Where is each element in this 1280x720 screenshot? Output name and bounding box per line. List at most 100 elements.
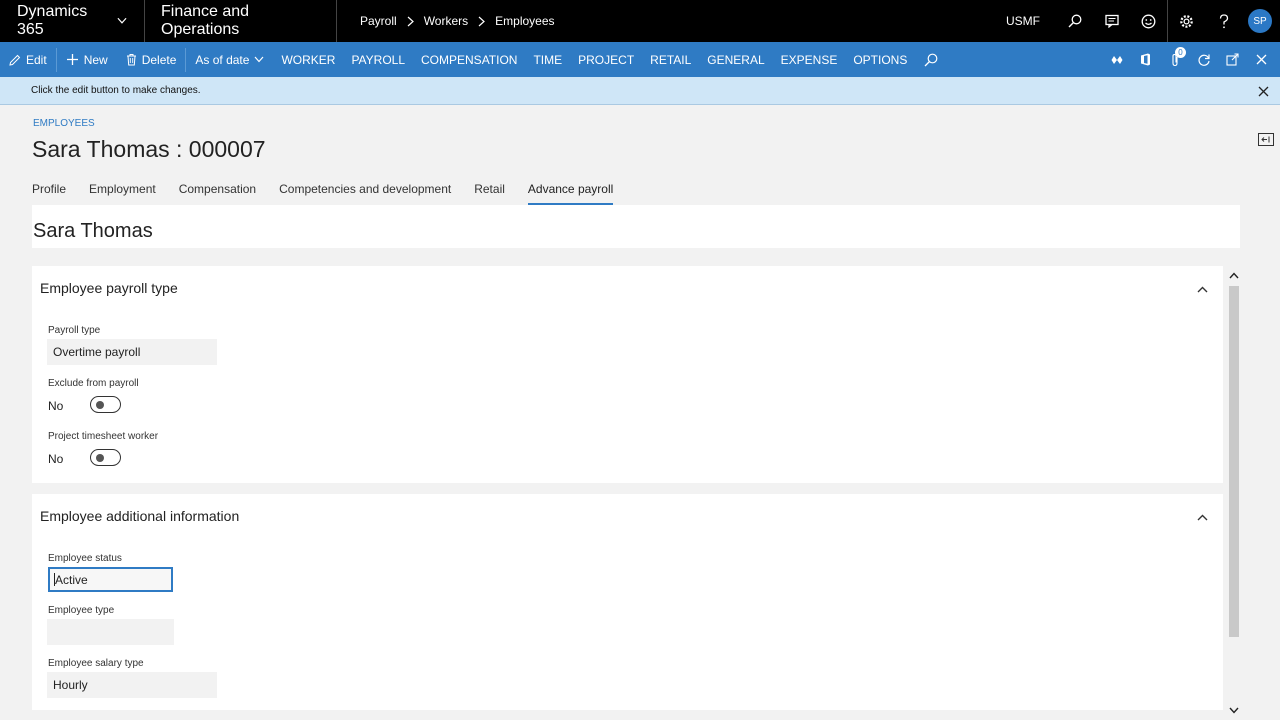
office-button[interactable] [1131,42,1160,77]
page-title: Sara Thomas : 000007 [32,136,266,162]
exclude-from-payroll-value: No [48,399,64,413]
scrollbar-thumb[interactable] [1229,286,1239,637]
toggle-knob [96,454,104,462]
employee-status-value: Active [55,572,88,587]
menu-payroll[interactable]: PAYROLL [343,42,413,77]
fasttab-employee-payroll-type: Employee payroll type Payroll type Overt… [32,266,1223,483]
search-icon [1068,14,1081,28]
page-caption[interactable]: EMPLOYEES [33,118,95,129]
menu-expense[interactable]: EXPENSE [773,42,846,77]
action-pane: Edit New Delete As of date WORKER PAYROL… [0,42,1280,77]
power-apps-button[interactable] [1102,42,1131,77]
as-of-date-button[interactable]: As of date [186,42,273,77]
project-timesheet-worker-label: Project timesheet worker [48,431,159,442]
payroll-type-field[interactable]: Overtime payroll [47,339,217,365]
close-icon [1258,86,1268,96]
menu-time[interactable]: TIME [525,42,570,77]
refresh-button[interactable] [1189,42,1218,77]
notifications-button[interactable]: 0 [1160,42,1189,77]
close-icon [1256,54,1267,65]
avatar[interactable]: SP [1248,9,1272,33]
tab-advance-payroll[interactable]: Advance payroll [527,182,614,205]
app-name: Finance and Operations [145,0,337,42]
chevron-down-icon [117,17,127,24]
app-launcher[interactable]: Dynamics 365 [0,0,145,42]
plus-icon [66,54,78,65]
brand-label: Dynamics 365 [17,3,88,38]
breadcrumb-item-payroll[interactable]: Payroll [360,14,397,28]
edit-button[interactable]: Edit [0,42,56,77]
tab-profile[interactable]: Profile [32,182,66,205]
tab-compensation[interactable]: Compensation [179,182,256,205]
tab-strip: Profile Employment Compensation Competen… [32,182,636,205]
menu-worker[interactable]: WORKER [273,42,343,77]
project-timesheet-worker-toggle[interactable] [90,449,121,466]
fasttab-header[interactable]: Employee additional information [40,508,239,524]
top-navigation-bar: Dynamics 365 Finance and Operations Payr… [0,0,1280,42]
breadcrumb-item-employees[interactable]: Employees [495,14,554,28]
vertical-scrollbar[interactable] [1228,266,1240,720]
message-bar: Click the edit button to make changes. [0,77,1280,105]
fasttab-employee-additional-information: Employee additional information Employee… [32,494,1223,710]
open-new-window-button[interactable] [1218,42,1247,77]
tab-employment[interactable]: Employment [89,182,156,205]
tab-retail[interactable]: Retail [474,182,505,205]
employee-type-field[interactable] [47,619,174,645]
notification-badge: 0 [1175,47,1186,58]
chevron-up-icon [1197,286,1207,292]
delete-label: Delete [141,52,177,67]
exclude-from-payroll-toggle[interactable] [90,396,121,413]
payroll-type-label: Payroll type [48,325,101,336]
tab-competencies-and-development[interactable]: Competencies and development [279,182,451,205]
toggle-knob [96,401,104,409]
gear-icon [1180,14,1193,28]
top-right-controls: USMF SP [1006,0,1280,42]
chevron-up-icon [1229,271,1239,278]
help-icon [1219,13,1228,28]
new-label: New [83,52,108,67]
breadcrumb-item-workers[interactable]: Workers [424,14,468,28]
help-button[interactable] [1205,0,1242,42]
scroll-up-button[interactable] [1228,268,1240,282]
menu-options[interactable]: OPTIONS [845,42,915,77]
smiley-icon [1141,14,1156,28]
project-timesheet-worker-value: No [48,452,64,466]
close-page-button[interactable] [1247,42,1276,77]
message-close-button[interactable] [1255,83,1271,99]
pencil-icon [9,54,21,66]
related-info-pane-toggle[interactable] [1258,133,1274,146]
chat-icon [1104,14,1119,28]
collapse-button[interactable] [1195,510,1209,524]
search-button[interactable] [1056,0,1093,42]
menu-general[interactable]: GENERAL [699,42,772,77]
employee-status-label: Employee status [48,553,122,564]
menu-retail[interactable]: RETAIL [642,42,699,77]
popout-icon [1226,53,1239,66]
scroll-down-button[interactable] [1228,703,1240,717]
breadcrumb: Payroll Workers Employees [360,14,555,28]
menu-compensation[interactable]: COMPENSATION [413,42,525,77]
edit-label: Edit [26,52,47,67]
company-picker[interactable]: USMF [1006,14,1040,28]
fasttab-header[interactable]: Employee payroll type [40,280,178,296]
messages-button[interactable] [1093,0,1130,42]
refresh-icon [1198,54,1210,66]
diamond-icon [1111,55,1122,64]
record-name-card: Sara Thomas [32,205,1240,248]
action-search-button[interactable] [915,42,947,77]
search-icon [924,53,938,66]
menu-project[interactable]: PROJECT [570,42,642,77]
office-icon [1141,53,1150,66]
settings-button[interactable] [1168,0,1205,42]
chevron-up-icon [1197,514,1207,520]
delete-button[interactable]: Delete [117,42,186,77]
message-text: Click the edit button to make changes. [31,85,201,96]
employee-salary-type-field[interactable]: Hourly [47,672,217,698]
as-of-date-label: As of date [195,52,250,67]
employee-status-field[interactable]: Active [48,567,173,592]
collapse-button[interactable] [1195,282,1209,296]
exclude-from-payroll-label: Exclude from payroll [48,378,139,389]
feedback-button[interactable] [1130,0,1167,42]
new-button[interactable]: New [57,42,117,77]
employee-type-label: Employee type [48,605,115,616]
